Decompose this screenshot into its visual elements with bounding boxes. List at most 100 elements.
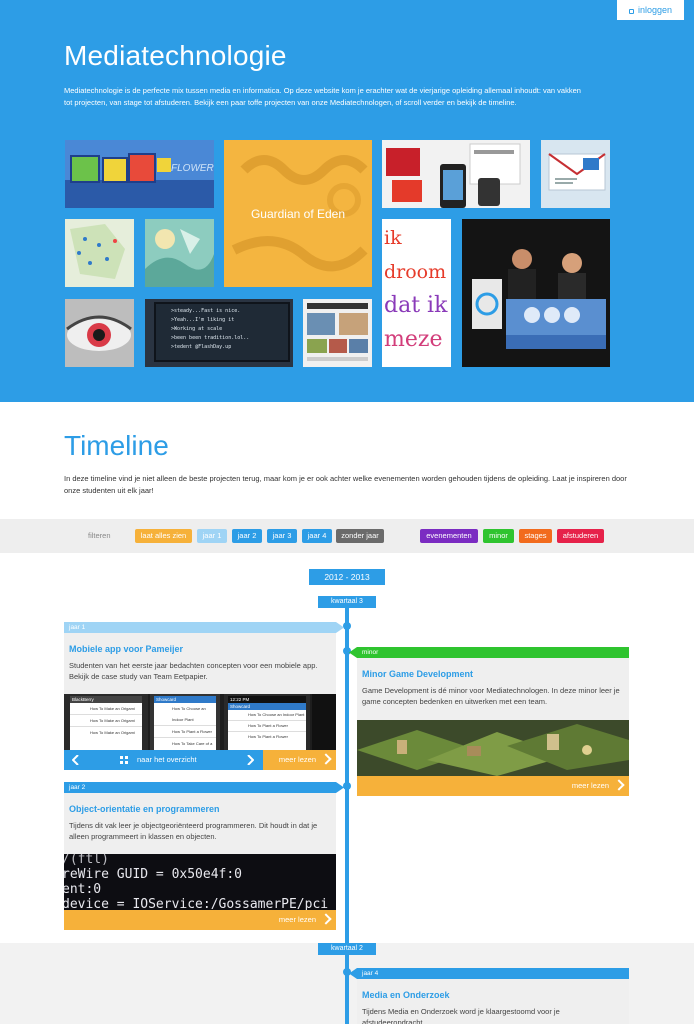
card-title[interactable]: Minor Game Development <box>362 669 473 679</box>
card-footer: naar het overzicht meer lezen <box>64 750 336 770</box>
tag-arrow <box>336 782 344 793</box>
timeline-spine <box>345 608 349 1024</box>
quarter-label: kwartaal 2 <box>318 943 376 955</box>
featured-project-label: Guardian of Eden <box>250 206 346 221</box>
quarter-label: kwartaal 3 <box>318 596 376 608</box>
phone-row: How To Choose an Indoor Plant <box>228 710 306 721</box>
filter-all[interactable]: laat alles zien <box>135 529 192 543</box>
flower-game-image: FLOWER <box>65 140 214 208</box>
site-intro: Mediatechnologie is de perfecte mix tuss… <box>64 86 581 107</box>
website-image <box>303 299 372 367</box>
card-description: Tijdens dit vak leer je objectgeoriëntee… <box>69 821 318 841</box>
card-image-game <box>357 720 629 776</box>
terminal-line: >been been tradition.lol.. <box>171 335 250 341</box>
terminal-line: >steady...Fast is nice. <box>171 308 241 314</box>
arrow-right-icon[interactable] <box>320 753 332 765</box>
project-tile-award[interactable] <box>462 219 610 367</box>
timeline-card-oop[interactable]: jaar 2 Object-orientatie en programmeren… <box>64 782 344 930</box>
card-title[interactable]: Object-orientatie en programmeren <box>69 804 220 814</box>
overview-link[interactable]: naar het overzicht <box>137 750 197 770</box>
filter-minor[interactable]: minor <box>483 529 514 543</box>
timeline-card-mobile-app[interactable]: jaar 1 Mobiele app voor Pameijer Student… <box>64 622 344 770</box>
read-more-link[interactable]: meer lezen <box>279 750 316 770</box>
filter-year-4[interactable]: jaar 4 <box>302 529 332 543</box>
filter-year-2[interactable]: jaar 2 <box>232 529 262 543</box>
phone-header: BlackBerry <box>70 696 142 703</box>
phone-row: How To Make an Origami <box>90 730 135 735</box>
code-line: device = IOService:/GossamerPE/pci <box>64 897 329 910</box>
envelope-image <box>541 140 610 208</box>
card-tag: minor <box>357 647 629 658</box>
card-footer: meer lezen <box>64 910 336 930</box>
project-tile-flower[interactable]: FLOWER <box>65 140 214 208</box>
project-tile-envelope[interactable] <box>541 140 610 208</box>
project-tile-map[interactable] <box>65 219 134 287</box>
card-image-code: /(ftl) reWire GUID = 0x50e4f:0 ent:0 dev… <box>64 854 336 910</box>
terminal-line: >Yeah...I'm liking it <box>171 317 235 323</box>
tag-arrow <box>349 647 357 658</box>
login-button[interactable]: inloggen <box>617 0 684 20</box>
droom-line-2: dat ik <box>384 293 448 318</box>
phone-header: Showcard <box>154 696 216 703</box>
project-tile-guardian-of-eden[interactable]: Guardian of Eden <box>224 140 372 287</box>
project-tile-website[interactable] <box>303 299 372 367</box>
timeline-intro: Timeline In deze timeline vind je niet a… <box>0 402 694 519</box>
mobile-project-image <box>382 140 530 208</box>
droom-line-3: meze <box>384 327 443 352</box>
card-description: Game Development is dé minor voor Mediat… <box>362 686 620 706</box>
code-line: /(ftl) <box>64 854 109 867</box>
chevron-right-icon[interactable] <box>246 755 254 765</box>
card-footer: meer lezen <box>357 776 629 796</box>
project-tile-illustration[interactable] <box>145 219 214 287</box>
card-tag: jaar 2 <box>64 782 336 793</box>
filter-graduation[interactable]: afstuderen <box>557 529 604 543</box>
droom-line-4: was <box>384 357 451 367</box>
filter-bar: filteren laat alles zien jaar 1 jaar 2 j… <box>0 519 694 553</box>
phone-row: How To Plant a Flower <box>248 734 288 739</box>
phone-row: How To Make an Origami <box>70 715 142 727</box>
droom-line-1: ik droom <box>384 227 447 283</box>
phone-row: How To Choose an Indoor Plant <box>154 703 216 726</box>
arrow-right-icon[interactable] <box>320 913 332 925</box>
overview-nav: naar het overzicht <box>64 750 263 770</box>
map-image <box>65 219 134 287</box>
timeline-title: Timeline <box>64 430 169 461</box>
card-description: Tijdens Media en Onderzoek word je klaar… <box>362 1007 560 1024</box>
lock-icon <box>628 9 634 14</box>
filter-year-3[interactable]: jaar 3 <box>267 529 297 543</box>
filter-stages[interactable]: stages <box>519 529 552 543</box>
filter-label: filteren <box>88 531 111 540</box>
arrow-right-icon[interactable] <box>613 779 625 791</box>
card-tag: jaar 4 <box>357 968 629 979</box>
terminal-line: >Working at scale <box>171 326 223 332</box>
timeline-card-minor-game-dev[interactable]: minor Minor Game Development Game Develo… <box>349 647 629 796</box>
tag-arrow <box>336 622 344 633</box>
filter-year-1[interactable]: jaar 1 <box>197 529 227 543</box>
eye-image <box>65 299 134 367</box>
grid-icon <box>120 756 128 764</box>
project-tile-tablet[interactable]: >steady...Fast is nice. >Yeah...I'm liki… <box>145 299 293 367</box>
phone-row: How To Make an Origami <box>70 703 142 715</box>
award-photo-image <box>462 219 610 367</box>
filter-events[interactable]: evenementen <box>420 529 478 543</box>
project-tile-ik-droom[interactable]: ik droom dat ik meze was <box>382 219 451 367</box>
login-label: inloggen <box>637 5 673 15</box>
code-line: ent:0 <box>64 882 102 897</box>
timeline-intro-text: In deze timeline vind je niet alleen de … <box>64 474 627 495</box>
card-title[interactable]: Media en Onderzoek <box>362 990 450 1000</box>
project-tile-mobile[interactable] <box>382 140 530 208</box>
school-year-badge: 2012 - 2013 <box>309 569 385 585</box>
read-more-link[interactable]: meer lezen <box>279 910 316 930</box>
phone-row: How To Take Care of a Tree <box>172 741 213 746</box>
read-more-link[interactable]: meer lezen <box>572 776 609 796</box>
site-title: Mediatechnologie <box>64 40 287 71</box>
card-description: Studenten van het eerste jaar bedachten … <box>69 661 318 681</box>
phone-status-time: 12:22 PM <box>230 697 250 702</box>
card-title[interactable]: Mobiele app voor Pameijer <box>69 644 183 654</box>
game-screenshot-image <box>357 720 629 776</box>
code-line: reWire GUID = 0x50e4f:0 <box>64 867 243 882</box>
chevron-left-icon[interactable] <box>72 755 80 765</box>
timeline-card-media-research[interactable]: jaar 4 Media en Onderzoek Tijdens Media … <box>349 968 629 1024</box>
filter-no-year[interactable]: zonder jaar <box>336 529 384 543</box>
project-tile-eye[interactable] <box>65 299 134 367</box>
